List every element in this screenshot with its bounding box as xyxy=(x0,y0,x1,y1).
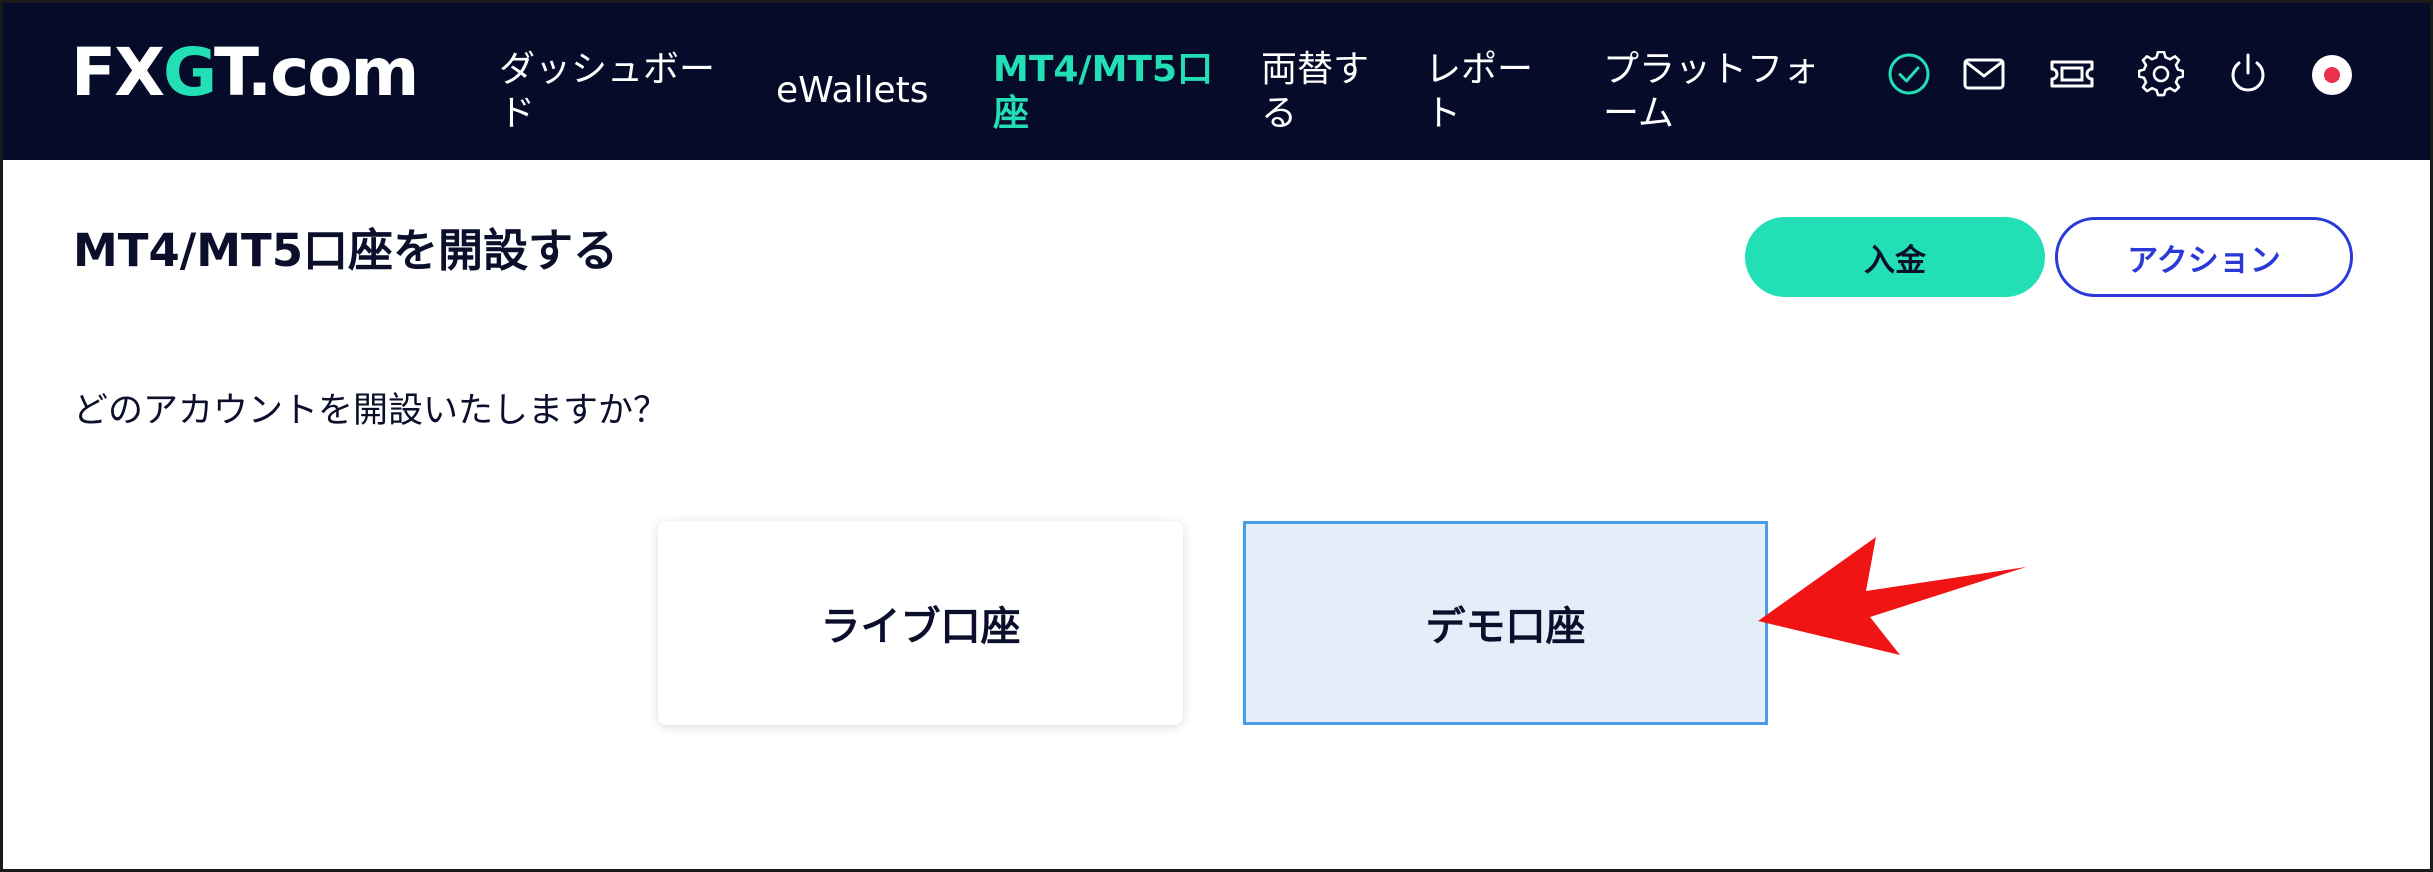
account-type-question: どのアカウントを開設いたしますか？ xyxy=(73,391,669,431)
action-button[interactable]: アクション xyxy=(2055,217,2353,297)
app-frame: FXGT.com ダッシュボード eWallets MT4/MT5口座 両替する… xyxy=(0,0,2433,872)
fxgt-logo[interactable]: FXGT.com xyxy=(71,33,419,113)
annotation-arrow-icon xyxy=(1758,533,2038,658)
deposit-button[interactable]: 入金 xyxy=(1745,217,2045,297)
japan-flag-icon[interactable] xyxy=(2311,54,2353,96)
nav-platform[interactable]: プラットフォーム xyxy=(1603,48,1833,136)
logo-part-t: T xyxy=(214,34,249,111)
nav-reports[interactable]: レポート xyxy=(1425,48,1545,136)
ticket-icon[interactable] xyxy=(2049,51,2095,97)
demo-account-label: デモ口座 xyxy=(1425,604,1586,650)
page-title: MT4/MT5口座を開設する xyxy=(73,224,619,277)
verified-check-icon[interactable] xyxy=(1886,51,1932,97)
live-account-option[interactable]: ライブ口座 xyxy=(658,521,1183,725)
logo-part-com: .com xyxy=(247,34,419,111)
nav-mt4-mt5-accounts[interactable]: MT4/MT5口座 xyxy=(993,48,1213,136)
demo-account-option[interactable]: デモ口座 xyxy=(1243,521,1768,725)
nav-ewallets[interactable]: eWallets xyxy=(776,69,929,113)
live-account-label: ライブ口座 xyxy=(820,604,1021,650)
nav-exchange[interactable]: 両替する xyxy=(1261,48,1381,136)
logo-part-fx: FX xyxy=(71,34,165,111)
gear-icon[interactable] xyxy=(2138,51,2184,97)
top-navbar: FXGT.com ダッシュボード eWallets MT4/MT5口座 両替する… xyxy=(3,3,2430,160)
logo-part-g: G xyxy=(162,34,216,111)
mail-icon[interactable] xyxy=(1961,51,2007,97)
nav-dashboard[interactable]: ダッシュボード xyxy=(499,48,729,136)
power-icon[interactable] xyxy=(2225,51,2271,97)
